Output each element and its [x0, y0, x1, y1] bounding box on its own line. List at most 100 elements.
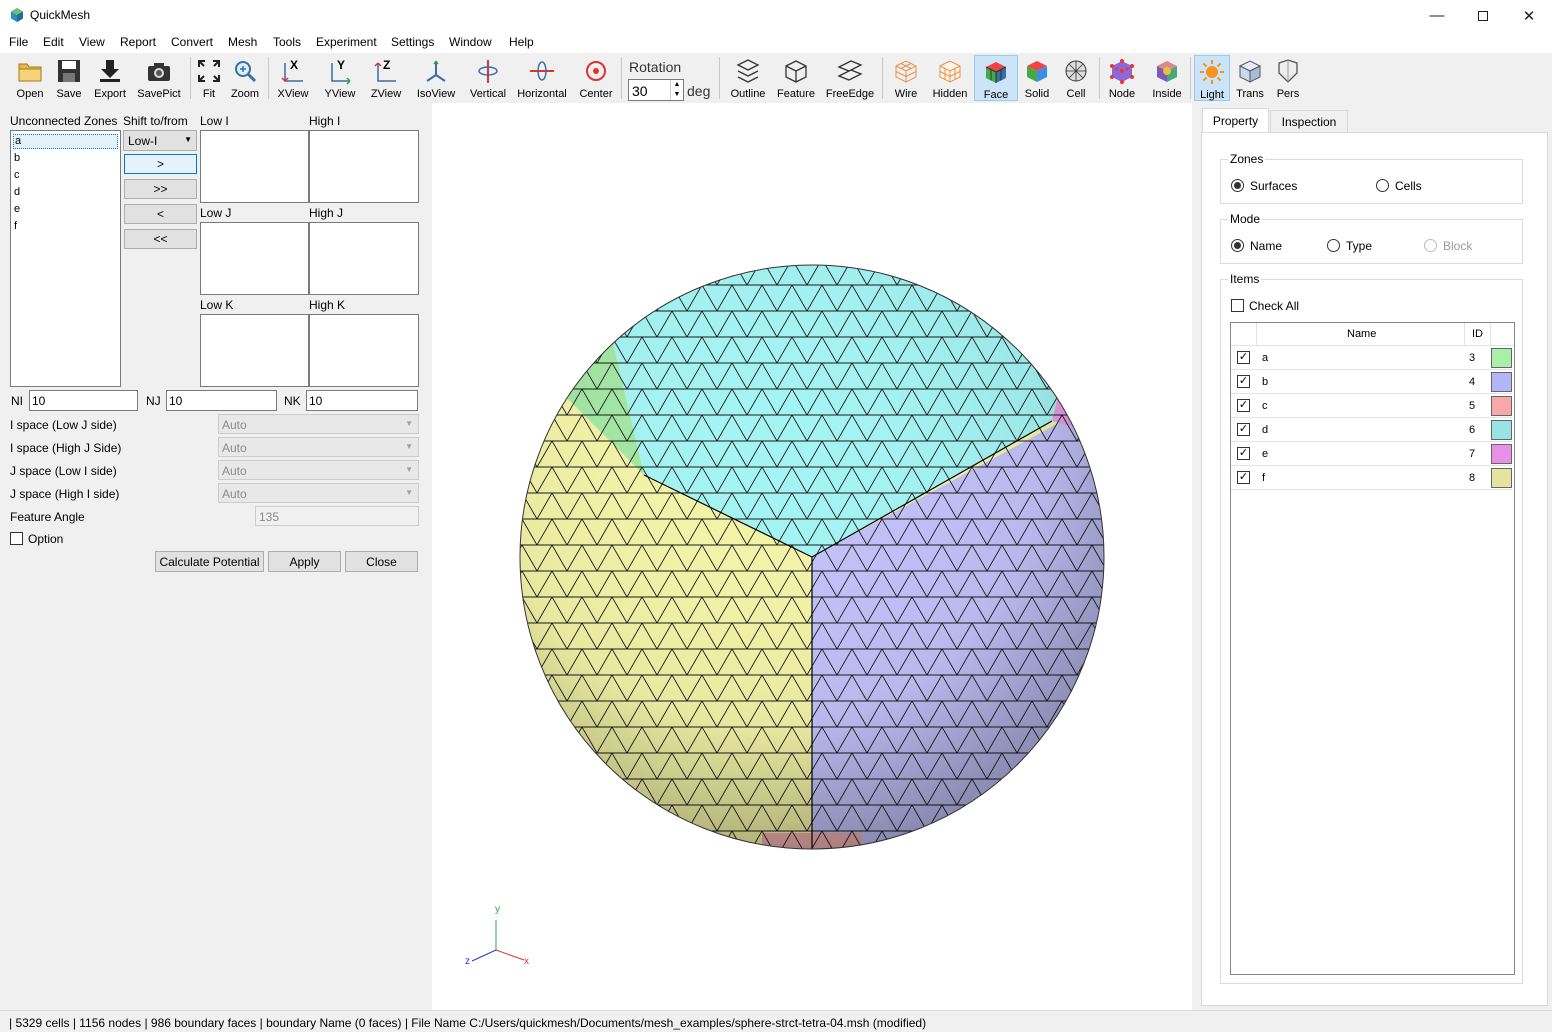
block-radio[interactable] [1424, 239, 1437, 252]
menu-tools[interactable]: Tools [273, 35, 301, 49]
item-color-swatch[interactable] [1491, 348, 1512, 368]
j-space-high-i-select[interactable]: Auto ▼ [218, 483, 419, 503]
open-button[interactable]: Open [10, 55, 50, 101]
column-id-header[interactable]: ID [1472, 328, 1483, 340]
low-i-list[interactable] [200, 130, 309, 203]
3d-viewport[interactable]: y x z [432, 103, 1192, 1010]
solid-button[interactable]: Solid [1020, 55, 1054, 101]
item-color-swatch[interactable] [1491, 420, 1512, 440]
row-checkbox[interactable]: ✓ [1237, 399, 1250, 412]
cells-radio[interactable] [1376, 179, 1389, 192]
list-item[interactable]: c [14, 169, 20, 181]
i-space-low-j-select[interactable]: Auto ▼ [218, 414, 419, 434]
table-row[interactable]: ✓ a 3 [1231, 346, 1512, 370]
high-j-list[interactable] [309, 222, 419, 295]
move-button[interactable]: > [124, 154, 197, 174]
savepict-button[interactable]: SavePict [136, 55, 182, 101]
zoom-button[interactable]: Zoom [229, 55, 261, 101]
table-row[interactable]: ✓ e 7 [1231, 442, 1512, 466]
menu-convert[interactable]: Convert [171, 35, 213, 49]
close-button[interactable]: Close [345, 551, 418, 572]
fit-button[interactable]: Fit [194, 55, 224, 101]
feature-button[interactable]: Feature [775, 55, 817, 101]
option-checkbox[interactable] [10, 532, 23, 545]
yview-button[interactable]: Y YView [320, 55, 360, 101]
move-back-button[interactable]: < [124, 204, 197, 224]
move-all-button[interactable]: >> [124, 179, 197, 199]
items-table[interactable]: Name ID ✓ a 3 ✓ b 4 ✓ c 5 ✓ d 6 ✓ e 7 ✓ … [1230, 322, 1515, 975]
j-space-low-i-select[interactable]: Auto ▼ [218, 460, 419, 480]
unconnected-zones-list[interactable]: a b c d e f [10, 130, 121, 387]
spinner-arrows-icon[interactable]: ▲ ▼ [670, 80, 683, 100]
pers-button[interactable]: Pers [1272, 55, 1304, 101]
inside-button[interactable]: Inside [1148, 55, 1186, 101]
row-checkbox[interactable]: ✓ [1237, 375, 1250, 388]
menu-help[interactable]: Help [509, 35, 534, 49]
menu-mesh[interactable]: Mesh [228, 35, 257, 49]
list-item[interactable]: d [14, 186, 20, 198]
tab-inspection[interactable]: Inspection [1270, 110, 1348, 133]
row-checkbox[interactable]: ✓ [1237, 423, 1250, 436]
table-row[interactable]: ✓ b 4 [1231, 370, 1512, 394]
apply-button[interactable]: Apply [268, 551, 341, 572]
menu-window[interactable]: Window [449, 35, 492, 49]
xview-button[interactable]: X XView [274, 55, 312, 101]
menu-report[interactable]: Report [120, 35, 156, 49]
column-name-header[interactable]: Name [1347, 328, 1376, 340]
menu-file[interactable]: File [9, 35, 28, 49]
save-button[interactable]: Save [50, 55, 88, 101]
shift-select[interactable]: Low-I ▼ [123, 130, 197, 151]
list-item[interactable]: f [14, 220, 17, 232]
table-row[interactable]: ✓ c 5 [1231, 394, 1512, 418]
list-item[interactable]: a [13, 134, 118, 149]
calculate-potential-button[interactable]: Calculate Potential [155, 551, 264, 572]
item-color-swatch[interactable] [1491, 468, 1512, 488]
name-radio[interactable] [1231, 239, 1244, 252]
type-radio[interactable] [1327, 239, 1340, 252]
horizontal-rotate-button[interactable]: Horizontal [516, 55, 568, 101]
zview-button[interactable]: Z ZView [366, 55, 406, 101]
minimize-button[interactable]: — [1414, 0, 1460, 31]
item-color-swatch[interactable] [1491, 372, 1512, 392]
item-color-swatch[interactable] [1491, 444, 1512, 464]
surfaces-radio[interactable] [1231, 179, 1244, 192]
cell-button[interactable]: Cell [1059, 55, 1093, 101]
low-k-list[interactable] [200, 314, 309, 387]
check-all-checkbox[interactable] [1231, 299, 1244, 312]
hidden-button[interactable]: Hidden [929, 55, 971, 101]
move-back-all-button[interactable]: << [124, 229, 197, 249]
list-item[interactable]: e [14, 203, 20, 215]
trans-button[interactable]: Trans [1234, 55, 1266, 101]
menu-edit[interactable]: Edit [43, 35, 64, 49]
nj-input[interactable]: 10 [166, 390, 277, 411]
row-checkbox[interactable]: ✓ [1237, 471, 1250, 484]
i-space-high-j-select[interactable]: Auto ▼ [218, 437, 419, 457]
vertical-rotate-button[interactable]: Vertical [466, 55, 510, 101]
ni-input[interactable]: 10 [29, 390, 138, 411]
row-checkbox[interactable]: ✓ [1237, 447, 1250, 460]
feature-angle-input[interactable]: 135 [255, 506, 419, 526]
table-row[interactable]: ✓ d 6 [1231, 418, 1512, 442]
node-button[interactable]: Node [1104, 55, 1140, 101]
high-k-list[interactable] [309, 314, 419, 387]
freeedge-button[interactable]: FreeEdge [824, 55, 876, 101]
item-color-swatch[interactable] [1491, 396, 1512, 416]
outline-button[interactable]: Outline [727, 55, 769, 101]
rotation-spinner[interactable]: 30 ▲ ▼ [628, 79, 684, 101]
table-row[interactable]: ✓ f 8 [1231, 466, 1512, 490]
close-window-button[interactable]: ✕ [1506, 0, 1552, 31]
wire-button[interactable]: Wire [888, 55, 924, 101]
center-button[interactable]: Center [576, 55, 616, 101]
tab-property[interactable]: Property [1202, 108, 1269, 133]
row-checkbox[interactable]: ✓ [1237, 351, 1250, 364]
menu-view[interactable]: View [79, 35, 105, 49]
face-button[interactable]: Face [974, 55, 1018, 101]
menu-settings[interactable]: Settings [391, 35, 434, 49]
nk-input[interactable]: 10 [306, 390, 418, 411]
isoview-button[interactable]: IsoView [413, 55, 459, 101]
light-button[interactable]: Light [1194, 55, 1230, 101]
high-i-list[interactable] [309, 130, 419, 203]
menu-experiment[interactable]: Experiment [316, 35, 377, 49]
low-j-list[interactable] [200, 222, 309, 295]
list-item[interactable]: b [14, 152, 20, 164]
